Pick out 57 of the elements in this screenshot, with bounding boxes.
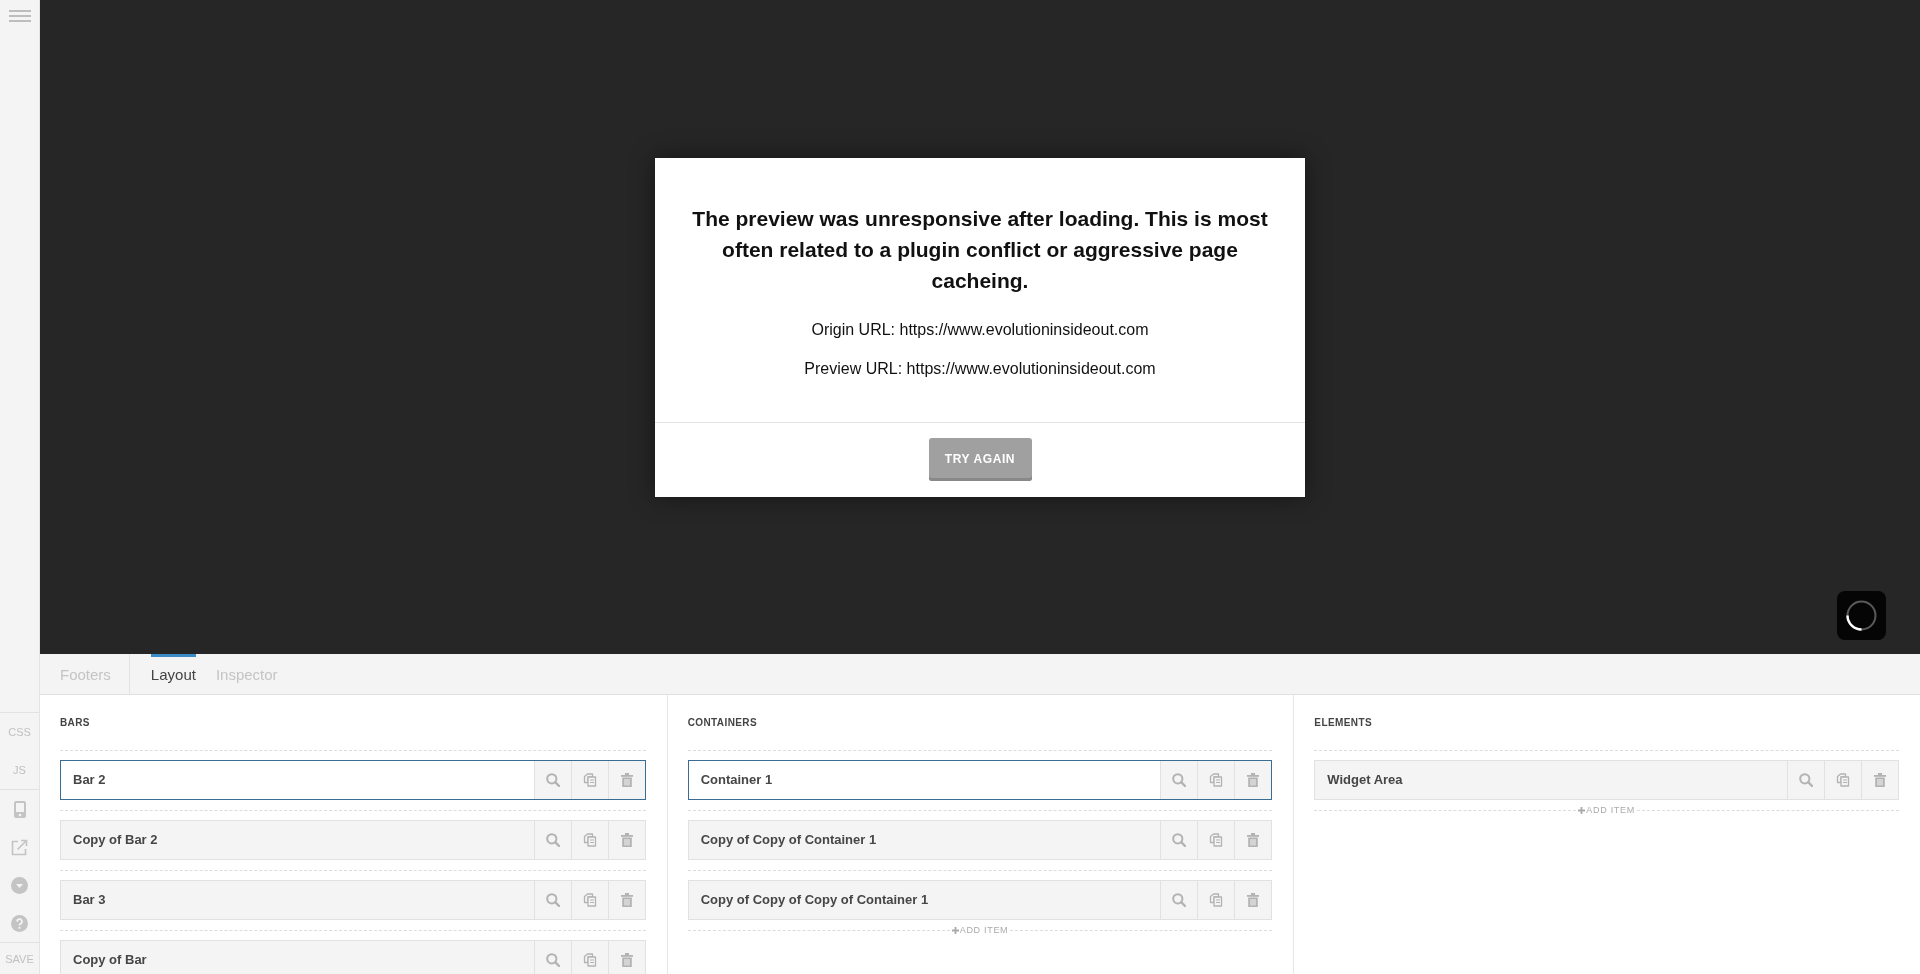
trash-icon (620, 833, 633, 847)
copy-icon (1209, 893, 1224, 907)
layout-item[interactable]: Widget Area (1314, 760, 1899, 800)
copy-icon (582, 893, 597, 907)
preview-url-text: Preview URL: https://www.evolutioninsideout.com (803, 358, 1157, 379)
layout-item[interactable]: Container 1 (687, 760, 1273, 800)
duplicate-button[interactable] (570, 761, 608, 799)
plus-icon (951, 927, 959, 934)
column-heading: BARS (60, 716, 91, 730)
search-icon (545, 953, 560, 967)
copy-icon (1209, 773, 1224, 787)
inspect-button[interactable] (1160, 761, 1198, 799)
trash-icon (1247, 773, 1260, 787)
item-label: Copy of Bar 2 (72, 831, 159, 849)
item-label: Bar 2 (72, 771, 107, 789)
copy-icon (582, 773, 597, 787)
caret-circle-icon (11, 876, 28, 894)
search-icon (545, 773, 560, 787)
plus-icon (1578, 807, 1586, 814)
item-label: Bar 3 (72, 891, 107, 909)
search-icon (1172, 773, 1187, 787)
delete-button[interactable] (1234, 761, 1272, 799)
external-link-icon (11, 838, 28, 856)
layout-item[interactable]: Copy of Copy of Container 1 (687, 820, 1273, 860)
item-label: Copy of Bar (72, 951, 148, 969)
search-icon (1172, 833, 1187, 847)
layout-item[interactable]: Copy of Bar 2 (60, 820, 646, 860)
item-label: Container 1 (699, 771, 774, 789)
item-label: Copy of Copy of Copy of Container 1 (699, 891, 930, 909)
mobile-device-icon (13, 800, 26, 818)
search-icon (1799, 773, 1813, 787)
trash-icon (1247, 833, 1260, 847)
origin-url-text: Origin URL: https://www.evolutioninsideout.com (810, 319, 1150, 340)
trash-icon (620, 773, 633, 787)
copy-icon (582, 953, 597, 967)
search-icon (1172, 893, 1187, 907)
search-icon (545, 893, 560, 907)
copy-icon (582, 833, 597, 847)
copy-icon (1836, 773, 1850, 787)
trash-icon (620, 953, 633, 967)
menu-icon (8, 10, 31, 22)
layout-item[interactable]: Copy of Copy of Copy of Container 1 (687, 880, 1273, 920)
copy-icon (1209, 833, 1224, 847)
item-label: Widget Area (1326, 771, 1404, 789)
help-icon (11, 914, 28, 932)
trash-icon (1247, 893, 1260, 907)
search-icon (545, 833, 560, 847)
item-label: Copy of Copy of Container 1 (699, 831, 878, 849)
column-heading: ELEMENTS (1314, 716, 1373, 730)
inspect-button[interactable] (533, 761, 571, 799)
trash-icon (620, 893, 633, 907)
layout-item[interactable]: Bar 3 (60, 880, 646, 920)
layout-item[interactable]: Bar 2 (60, 760, 646, 800)
column-heading: CONTAINERS (687, 716, 759, 730)
trash-icon (1874, 773, 1886, 787)
dialog-message: The preview was unresponsive after loading. This is most often related to a plugin conflict or aggressive page cacheing. (691, 205, 1269, 294)
layout-item[interactable]: Copy of Bar (60, 940, 646, 974)
